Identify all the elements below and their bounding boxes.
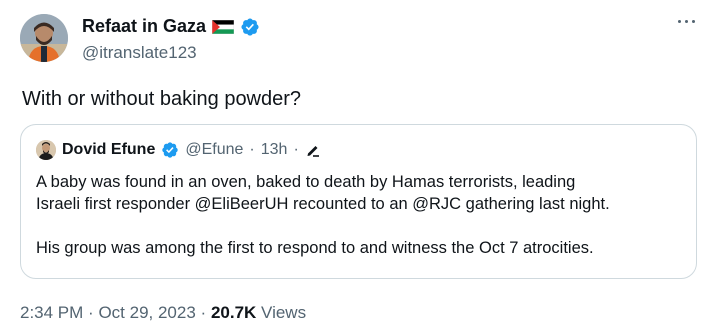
quoted-tweet-header: Dovid Efune @Efune · 13h ·: [36, 140, 321, 160]
quoted-paragraph: His group was among the first to respond…: [36, 239, 594, 257]
tweet: Refaat in Gaza @itranslate123 With or wi…: [0, 0, 720, 330]
quoted-display-name: Dovid Efune: [62, 141, 156, 158]
tweet-time[interactable]: 2:34 PM: [20, 303, 83, 322]
quoted-paragraph: A baby was found in an oven, baked to de…: [36, 173, 576, 191]
footer-separator-2: ·: [200, 303, 207, 322]
quoted-separator: ·: [249, 141, 255, 158]
author-display-name[interactable]: Refaat in Gaza: [82, 16, 206, 37]
quoted-tweet-text: A baby was found in an oven, baked to de…: [36, 171, 686, 259]
palestine-flag-icon: [211, 19, 235, 34]
quoted-handle: @Efune: [185, 141, 244, 158]
author-avatar[interactable]: [20, 14, 68, 62]
quoted-verified-badge-icon: [161, 141, 179, 159]
quoted-paragraph: Israeli first responder @EliBeerUH recou…: [36, 195, 610, 213]
tweet-footer: 2:34 PM · Oct 29, 2023 · 20.7K Views: [20, 303, 306, 323]
tweet-date[interactable]: Oct 29, 2023: [98, 303, 195, 322]
footer-separator: ·: [88, 303, 94, 322]
edit-pencil-icon: [305, 142, 321, 158]
views-count[interactable]: 20.7K: [211, 303, 256, 322]
author-handle[interactable]: @itranslate123: [82, 43, 197, 63]
author-name-row: Refaat in Gaza: [82, 16, 260, 37]
views-label: Views: [261, 303, 307, 322]
quoted-separator-2: ·: [293, 141, 299, 158]
quoted-time: 13h: [260, 141, 288, 158]
quoted-author-avatar: [36, 140, 56, 160]
quoted-tweet[interactable]: Dovid Efune @Efune · 13h · A baby was fo…: [20, 124, 697, 279]
verified-badge-icon[interactable]: [240, 17, 260, 37]
more-options-icon[interactable]: [676, 16, 698, 28]
tweet-text: With or without baking powder?: [22, 88, 302, 110]
